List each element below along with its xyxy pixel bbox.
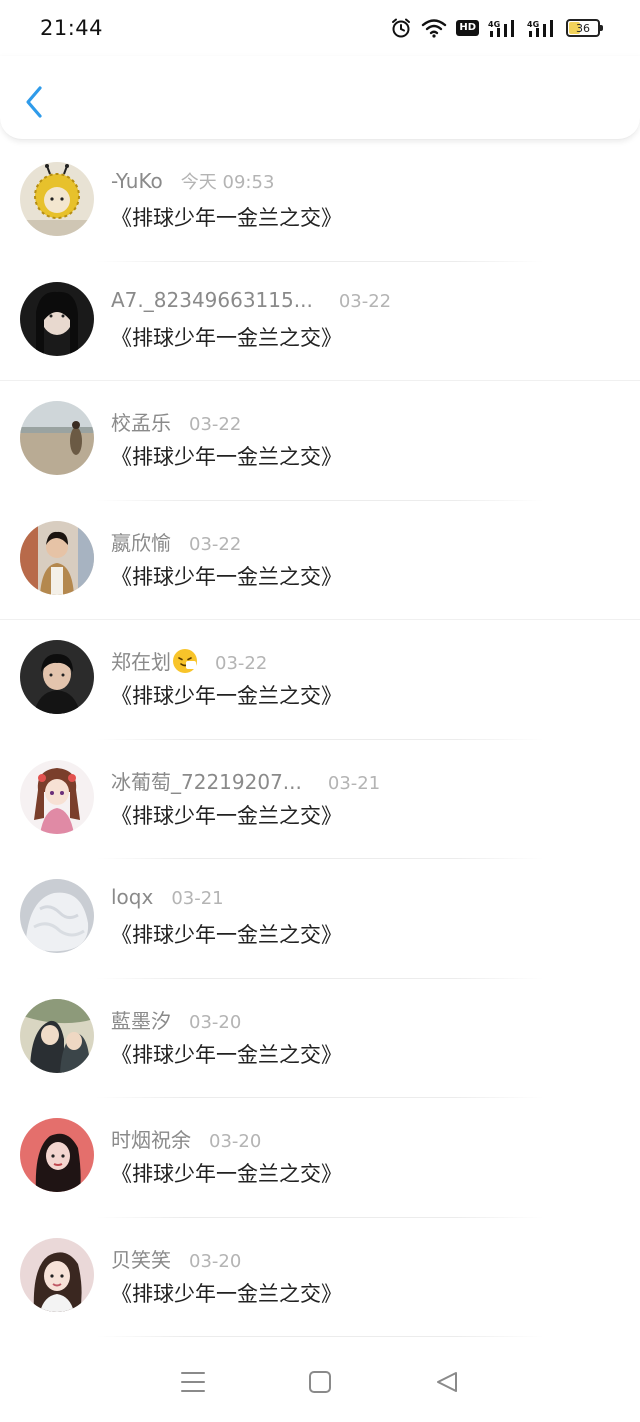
- list-item[interactable]: -YuKo 今天 09:53 《排球少年一金兰之交》: [0, 142, 640, 262]
- message-text: 《排球少年一金兰之交》: [111, 803, 342, 828]
- home-square-icon: [308, 1371, 331, 1393]
- user-name[interactable]: A7._82349663115...: [111, 288, 313, 312]
- avatar[interactable]: [20, 281, 94, 356]
- battery-level: 36: [576, 21, 590, 35]
- signal-4g-icon: 4G: [527, 18, 557, 38]
- divider: [96, 1336, 544, 1337]
- message-time: 今天 09:53: [180, 172, 275, 193]
- svg-text:4G: 4G: [527, 20, 539, 29]
- user-name[interactable]: 藍墨汐: [111, 1005, 171, 1034]
- list-item-text: 藍墨汐 03-20 《排球少年一金兰之交》: [111, 1005, 620, 1069]
- status-time: 21:44: [40, 16, 104, 40]
- message-time: 03-21: [327, 772, 381, 794]
- list-item[interactable]: loqx 03-21 《排球少年一金兰之交》: [0, 859, 640, 979]
- avatar[interactable]: [20, 520, 94, 595]
- home-button[interactable]: [300, 1362, 340, 1402]
- back-nav-button[interactable]: [427, 1362, 467, 1402]
- list-item-text: 郑在划 03-22 《排球少年一金兰之交》: [111, 646, 620, 710]
- meta-line: 贝笑笑 03-20: [111, 1244, 620, 1272]
- alarm-icon: [390, 17, 412, 39]
- meta-line: 郑在划 03-22: [111, 646, 620, 674]
- list-item[interactable]: A7._82349663115... 03-22 《排球少年一金兰之交》: [0, 262, 640, 381]
- message-time: 03-22: [215, 653, 268, 674]
- avatar[interactable]: [20, 162, 94, 236]
- list-item-text: 贝笑笑 03-20 《排球少年一金兰之交》: [111, 1244, 620, 1308]
- message-time: 03-22: [338, 290, 392, 312]
- avatar[interactable]: [20, 759, 94, 834]
- user-name[interactable]: 时烟祝余: [111, 1124, 191, 1153]
- menu-button[interactable]: [173, 1362, 213, 1402]
- status-bar: 21:44 HD 4G 4G 36: [0, 0, 640, 56]
- list-item[interactable]: 藍墨汐 03-20 《排球少年一金兰之交》: [0, 979, 640, 1098]
- battery-icon: 36: [566, 19, 603, 37]
- message-time: 03-22: [189, 533, 242, 555]
- header: [0, 56, 640, 140]
- message-time: 03-21: [171, 888, 224, 909]
- user-name[interactable]: loqx: [111, 885, 153, 909]
- message-text: 《排球少年一金兰之交》: [111, 684, 342, 708]
- sneezing-face-icon: [173, 649, 197, 673]
- list-item-text: 时烟祝余 03-20 《排球少年一金兰之交》: [111, 1124, 620, 1188]
- message-text: 《排球少年一金兰之交》: [111, 325, 342, 350]
- user-name[interactable]: 校孟乐: [111, 407, 171, 436]
- avatar[interactable]: [20, 401, 94, 475]
- list-item[interactable]: 校孟乐 03-22 《排球少年一金兰之交》: [0, 381, 640, 501]
- message-time: 03-22: [189, 414, 242, 435]
- page: 21:44 HD 4G 4G 36 -YuKo 今天 09:53 《排球少年一金…: [0, 0, 640, 1422]
- list-item[interactable]: 郑在划 03-22 《排球少年一金兰之交》: [0, 620, 640, 740]
- meta-line: -YuKo 今天 09:53: [111, 168, 620, 196]
- message-text: 《排球少年一金兰之交》: [111, 564, 342, 589]
- status-icons: HD 4G 4G 36: [390, 17, 603, 39]
- wifi-icon: [421, 18, 447, 38]
- list-item[interactable]: 嬴欣愉 03-22 《排球少年一金兰之交》: [0, 501, 640, 620]
- message-time: 03-20: [189, 1250, 242, 1272]
- user-name[interactable]: 嬴欣愉: [111, 527, 171, 556]
- message-text: 《排球少年一金兰之交》: [111, 1042, 342, 1067]
- list-item-text: A7._82349663115... 03-22 《排球少年一金兰之交》: [111, 288, 620, 352]
- meta-line: A7._82349663115... 03-22: [111, 288, 620, 316]
- meta-line: 校孟乐 03-22: [111, 407, 620, 435]
- message-text: 《排球少年一金兰之交》: [111, 923, 342, 947]
- list-item-text: loqx 03-21 《排球少年一金兰之交》: [111, 885, 620, 949]
- back-button[interactable]: [16, 82, 52, 122]
- message-text: 《排球少年一金兰之交》: [111, 1162, 342, 1186]
- back-triangle-icon: [436, 1372, 457, 1392]
- user-name[interactable]: 冰葡萄_72219207...: [111, 766, 302, 795]
- user-list: -YuKo 今天 09:53 《排球少年一金兰之交》 A7._823496631…: [0, 142, 640, 1337]
- list-item[interactable]: 贝笑笑 03-20 《排球少年一金兰之交》: [0, 1218, 640, 1337]
- avatar[interactable]: [20, 998, 94, 1073]
- menu-icon: [181, 1372, 206, 1392]
- list-item[interactable]: 时烟祝余 03-20 《排球少年一金兰之交》: [0, 1098, 640, 1218]
- hd-icon: HD: [456, 20, 479, 36]
- avatar[interactable]: [20, 879, 94, 953]
- list-item-text: -YuKo 今天 09:53 《排球少年一金兰之交》: [111, 168, 620, 232]
- user-name[interactable]: 贝笑笑: [111, 1244, 171, 1273]
- list-item-text: 冰葡萄_72219207... 03-21 《排球少年一金兰之交》: [111, 766, 620, 830]
- avatar[interactable]: [20, 1237, 94, 1312]
- user-name[interactable]: 郑在划: [111, 646, 197, 675]
- list-item[interactable]: 冰葡萄_72219207... 03-21 《排球少年一金兰之交》: [0, 740, 640, 859]
- user-name[interactable]: -YuKo: [111, 169, 163, 193]
- list-item-text: 校孟乐 03-22 《排球少年一金兰之交》: [111, 407, 620, 471]
- signal-4g-icon: 4G: [488, 18, 518, 38]
- avatar[interactable]: [20, 1118, 94, 1192]
- system-nav-bar: [0, 1342, 640, 1422]
- meta-line: 藍墨汐 03-20: [111, 1005, 620, 1033]
- user-name-text: 郑在划: [111, 650, 171, 674]
- message-time: 03-20: [209, 1131, 262, 1152]
- meta-line: 时烟祝余 03-20: [111, 1124, 620, 1152]
- meta-line: 嬴欣愉 03-22: [111, 527, 620, 555]
- message-text: 《排球少年一金兰之交》: [111, 206, 342, 230]
- avatar[interactable]: [20, 640, 94, 714]
- message-text: 《排球少年一金兰之交》: [111, 1281, 342, 1306]
- message-time: 03-20: [189, 1011, 242, 1033]
- chevron-left-icon: [26, 86, 42, 118]
- message-text: 《排球少年一金兰之交》: [111, 445, 342, 469]
- list-item-text: 嬴欣愉 03-22 《排球少年一金兰之交》: [111, 527, 620, 591]
- svg-text:4G: 4G: [488, 20, 500, 29]
- meta-line: loqx 03-21: [111, 885, 620, 913]
- meta-line: 冰葡萄_72219207... 03-21: [111, 766, 620, 794]
